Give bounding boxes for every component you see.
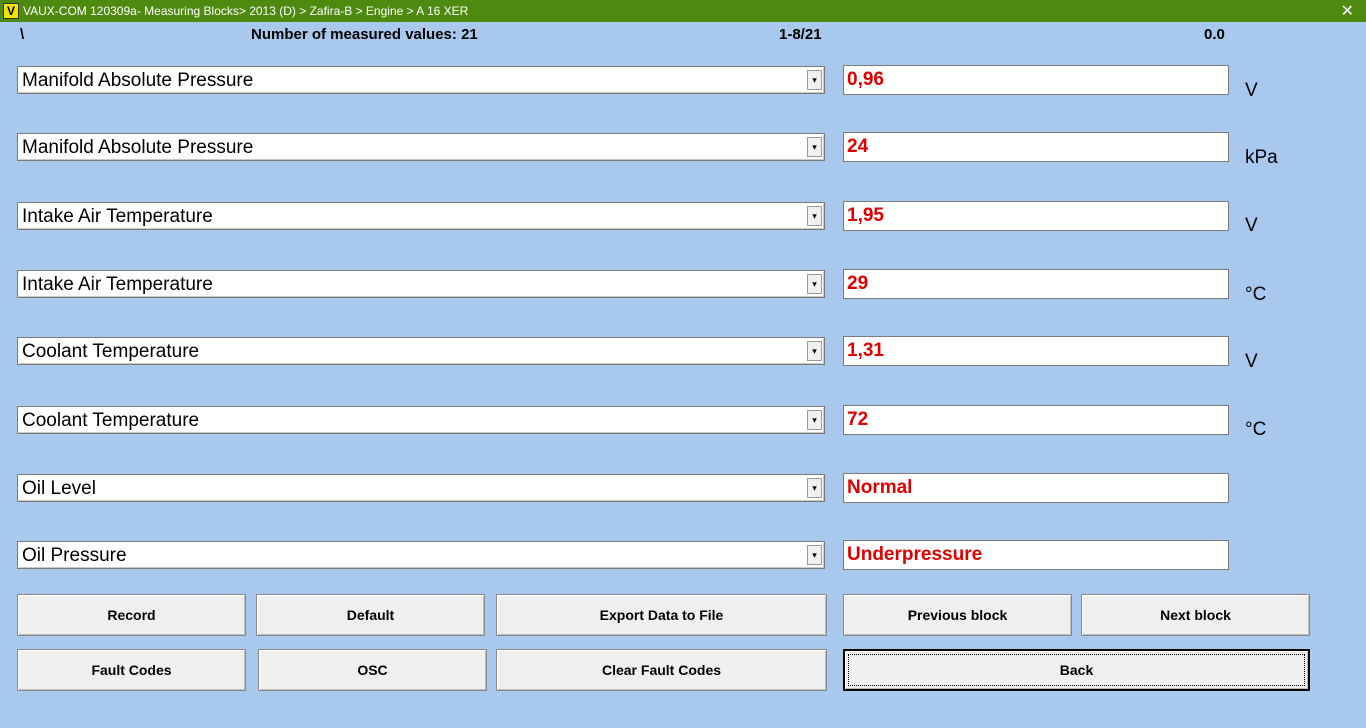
measure-label: Manifold Absolute Pressure (22, 137, 254, 158)
value-field-1: 0,96 (843, 65, 1229, 95)
measured-count: Number of measured values: 21 (251, 26, 478, 43)
block-range: 1-8/21 (779, 26, 822, 43)
measure-select-2[interactable]: Manifold Absolute Pressure ▾ (17, 133, 825, 161)
title-bar: V VAUX-COM 120309a- Measuring Blocks> 20… (0, 0, 1366, 22)
measured-value: 72 (847, 409, 869, 430)
osc-button[interactable]: OSC (258, 649, 487, 691)
chevron-down-icon[interactable]: ▾ (807, 137, 822, 157)
chevron-down-icon[interactable]: ▾ (807, 206, 822, 226)
measure-select-8[interactable]: Oil Pressure ▾ (17, 541, 825, 569)
value-field-6: 72 (843, 405, 1229, 435)
measure-select-3[interactable]: Intake Air Temperature ▾ (17, 202, 825, 230)
close-icon[interactable]: ✕ (1341, 1, 1354, 21)
chevron-down-icon[interactable]: ▾ (807, 478, 822, 498)
default-button[interactable]: Default (256, 594, 485, 636)
chevron-down-icon[interactable]: ▾ (807, 341, 822, 361)
unit-label-4: °C (1245, 284, 1267, 305)
measure-label: Manifold Absolute Pressure (22, 70, 254, 91)
value-field-7: Normal (843, 473, 1229, 503)
measured-value: 1,95 (847, 205, 884, 226)
measured-value: 0,96 (847, 69, 884, 90)
next-block-button[interactable]: Next block (1081, 594, 1310, 636)
measured-value: Normal (847, 477, 913, 498)
value-field-5: 1,31 (843, 336, 1229, 366)
header-value: 0.0 (1204, 26, 1225, 43)
back-button[interactable]: Back (843, 649, 1310, 691)
measure-label: Oil Pressure (22, 545, 127, 566)
value-field-2: 24 (843, 132, 1229, 162)
measure-label: Coolant Temperature (22, 341, 200, 362)
measured-value: 29 (847, 273, 869, 294)
chevron-down-icon[interactable]: ▾ (807, 410, 822, 430)
fault-codes-button[interactable]: Fault Codes (17, 649, 246, 691)
previous-block-button[interactable]: Previous block (843, 594, 1072, 636)
unit-label-3: V (1245, 215, 1258, 236)
chevron-down-icon[interactable]: ▾ (807, 70, 822, 90)
chevron-down-icon[interactable]: ▾ (807, 545, 822, 565)
measure-select-1[interactable]: Manifold Absolute Pressure ▾ (17, 66, 825, 94)
measure-label: Coolant Temperature (22, 410, 200, 431)
app-logo-icon: V (3, 3, 19, 19)
chevron-down-icon[interactable]: ▾ (807, 274, 822, 294)
measure-select-6[interactable]: Coolant Temperature ▾ (17, 406, 825, 434)
activity-indicator: \ (20, 26, 25, 43)
measure-label: Oil Level (22, 478, 96, 499)
unit-label-5: V (1245, 351, 1258, 372)
value-field-4: 29 (843, 269, 1229, 299)
measure-label: Intake Air Temperature (22, 274, 213, 295)
measure-select-7[interactable]: Oil Level ▾ (17, 474, 825, 502)
measured-value: Underpressure (847, 544, 983, 565)
value-field-8: Underpressure (843, 540, 1229, 570)
measure-label: Intake Air Temperature (22, 206, 213, 227)
clear-fault-codes-button[interactable]: Clear Fault Codes (496, 649, 827, 691)
measured-value: 24 (847, 136, 869, 157)
value-field-3: 1,95 (843, 201, 1229, 231)
measure-select-4[interactable]: Intake Air Temperature ▾ (17, 270, 825, 298)
measured-value: 1,31 (847, 340, 884, 361)
unit-label-1: V (1245, 80, 1258, 101)
unit-label-2: kPa (1245, 147, 1278, 168)
measure-select-5[interactable]: Coolant Temperature ▾ (17, 337, 825, 365)
unit-label-6: °C (1245, 419, 1267, 440)
record-button[interactable]: Record (17, 594, 246, 636)
window-title: VAUX-COM 120309a- Measuring Blocks> 2013… (23, 4, 469, 18)
export-data-button[interactable]: Export Data to File (496, 594, 827, 636)
